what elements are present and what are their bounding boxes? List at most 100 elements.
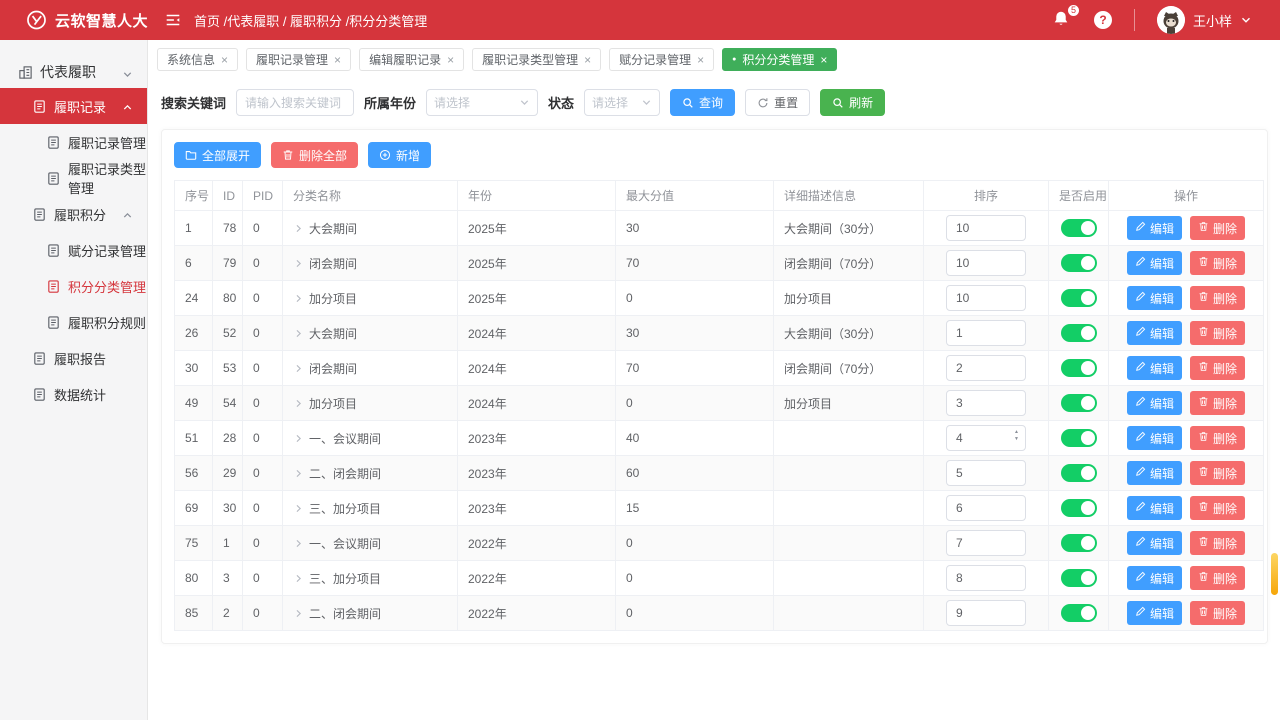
expand-caret-icon[interactable] (293, 538, 304, 549)
expand-caret-icon[interactable] (293, 398, 304, 409)
edit-button[interactable]: 编辑 (1127, 391, 1182, 415)
sidebar-item-履职记录管理[interactable]: 履职记录管理 (0, 124, 147, 160)
reset-button[interactable]: 重置 (745, 89, 810, 116)
add-new-button[interactable]: 新增 (368, 142, 431, 168)
status-select[interactable]: 请选择 (584, 89, 660, 116)
sort-input[interactable]: 10 (946, 250, 1026, 276)
sort-input[interactable]: 9 (946, 600, 1026, 626)
enabled-toggle[interactable] (1061, 569, 1097, 587)
expand-caret-icon[interactable] (293, 293, 304, 304)
stepper-down-icon[interactable]: ▼ (1012, 436, 1021, 443)
sidebar-item-履职积分规则[interactable]: 履职积分规则 (0, 304, 147, 340)
floating-widget-handle[interactable] (1271, 553, 1278, 595)
tab-系统信息[interactable]: 系统信息× (157, 48, 238, 71)
expand-caret-icon[interactable] (293, 608, 304, 619)
delete-button[interactable]: 删除 (1190, 251, 1245, 275)
enabled-toggle[interactable] (1061, 219, 1097, 237)
search-button[interactable]: 查询 (670, 89, 735, 116)
sort-input[interactable]: 10 (946, 215, 1026, 241)
keyword-input[interactable] (236, 89, 354, 116)
edit-button[interactable]: 编辑 (1127, 286, 1182, 310)
delete-button[interactable]: 删除 (1190, 321, 1245, 345)
delete-button[interactable]: 删除 (1190, 391, 1245, 415)
tab-履职记录类型管理[interactable]: 履职记录类型管理× (472, 48, 601, 71)
delete-button[interactable]: 删除 (1190, 496, 1245, 520)
delete-button[interactable]: 删除 (1190, 461, 1245, 485)
edit-button[interactable]: 编辑 (1127, 251, 1182, 275)
sort-input[interactable]: 6 (946, 495, 1026, 521)
edit-button[interactable]: 编辑 (1127, 321, 1182, 345)
enabled-toggle[interactable] (1061, 394, 1097, 412)
breadcrumb[interactable]: 首页 /代表履职 / 履职积分 /积分分类管理 (194, 11, 427, 30)
tab-积分分类管理[interactable]: ●积分分类管理× (722, 48, 837, 71)
close-icon[interactable]: × (334, 54, 341, 66)
sidebar-item-履职报告[interactable]: 履职报告 (0, 340, 147, 376)
close-icon[interactable]: × (221, 54, 228, 66)
sidebar-item-积分分类管理[interactable]: 积分分类管理 (0, 268, 147, 304)
tab-履职记录管理[interactable]: 履职记录管理× (246, 48, 351, 71)
enabled-toggle[interactable] (1061, 464, 1097, 482)
user-menu[interactable]: 王小样 (1157, 6, 1252, 34)
edit-button[interactable]: 编辑 (1127, 531, 1182, 555)
close-icon[interactable]: × (820, 54, 827, 66)
sort-input[interactable]: 4▲▼ (946, 425, 1026, 451)
edit-button[interactable]: 编辑 (1127, 461, 1182, 485)
close-icon[interactable]: × (584, 54, 591, 66)
enabled-toggle[interactable] (1061, 324, 1097, 342)
delete-button[interactable]: 删除 (1190, 286, 1245, 310)
enabled-toggle[interactable] (1061, 254, 1097, 272)
delete-all-button[interactable]: 删除全部 (271, 142, 358, 168)
expand-caret-icon[interactable] (293, 433, 304, 444)
enabled-toggle[interactable] (1061, 429, 1097, 447)
enabled-toggle[interactable] (1061, 289, 1097, 307)
enabled-toggle[interactable] (1061, 604, 1097, 622)
delete-button[interactable]: 删除 (1190, 216, 1245, 240)
stepper-up-icon[interactable]: ▲ (1012, 429, 1021, 436)
delete-button[interactable]: 删除 (1190, 356, 1245, 380)
number-stepper[interactable]: ▲▼ (1012, 429, 1021, 443)
sort-input[interactable]: 10 (946, 285, 1026, 311)
sort-input[interactable]: 3 (946, 390, 1026, 416)
sidebar-item-数据统计[interactable]: 数据统计 (0, 376, 147, 412)
expand-caret-icon[interactable] (293, 468, 304, 479)
close-icon[interactable]: × (447, 54, 454, 66)
expand-caret-icon[interactable] (293, 328, 304, 339)
menu-collapse-icon[interactable] (162, 9, 184, 31)
enabled-toggle[interactable] (1061, 534, 1097, 552)
expand-all-button[interactable]: 全部展开 (174, 142, 261, 168)
notifications-bell-icon[interactable]: 5 (1052, 10, 1072, 30)
sort-input[interactable]: 7 (946, 530, 1026, 556)
enabled-toggle[interactable] (1061, 499, 1097, 517)
expand-caret-icon[interactable] (293, 223, 304, 234)
close-icon[interactable]: × (697, 54, 704, 66)
expand-caret-icon[interactable] (293, 363, 304, 374)
expand-caret-icon[interactable] (293, 573, 304, 584)
expand-caret-icon[interactable] (293, 503, 304, 514)
tab-编辑履职记录[interactable]: 编辑履职记录× (359, 48, 464, 71)
edit-button[interactable]: 编辑 (1127, 426, 1182, 450)
edit-button[interactable]: 编辑 (1127, 601, 1182, 625)
refresh-button[interactable]: 刷新 (820, 89, 885, 116)
help-icon[interactable]: ? (1094, 11, 1112, 29)
sidebar-item-root[interactable]: 代表履职 (0, 56, 147, 88)
delete-button[interactable]: 删除 (1190, 566, 1245, 590)
sidebar-item-履职记录[interactable]: 履职记录 (0, 88, 147, 124)
sort-input[interactable]: 2 (946, 355, 1026, 381)
sort-input[interactable]: 8 (946, 565, 1026, 591)
tab-赋分记录管理[interactable]: 赋分记录管理× (609, 48, 714, 71)
sidebar-item-履职积分[interactable]: 履职积分 (0, 196, 147, 232)
edit-button[interactable]: 编辑 (1127, 566, 1182, 590)
delete-button[interactable]: 删除 (1190, 601, 1245, 625)
sort-input[interactable]: 5 (946, 460, 1026, 486)
edit-button[interactable]: 编辑 (1127, 496, 1182, 520)
sidebar-item-赋分记录管理[interactable]: 赋分记录管理 (0, 232, 147, 268)
edit-button[interactable]: 编辑 (1127, 216, 1182, 240)
delete-button[interactable]: 删除 (1190, 426, 1245, 450)
year-select[interactable]: 请选择 (426, 89, 538, 116)
enabled-toggle[interactable] (1061, 359, 1097, 377)
sidebar-item-履职记录类型管理[interactable]: 履职记录类型管理 (0, 160, 147, 196)
edit-button[interactable]: 编辑 (1127, 356, 1182, 380)
expand-caret-icon[interactable] (293, 258, 304, 269)
delete-button[interactable]: 删除 (1190, 531, 1245, 555)
sort-input[interactable]: 1 (946, 320, 1026, 346)
